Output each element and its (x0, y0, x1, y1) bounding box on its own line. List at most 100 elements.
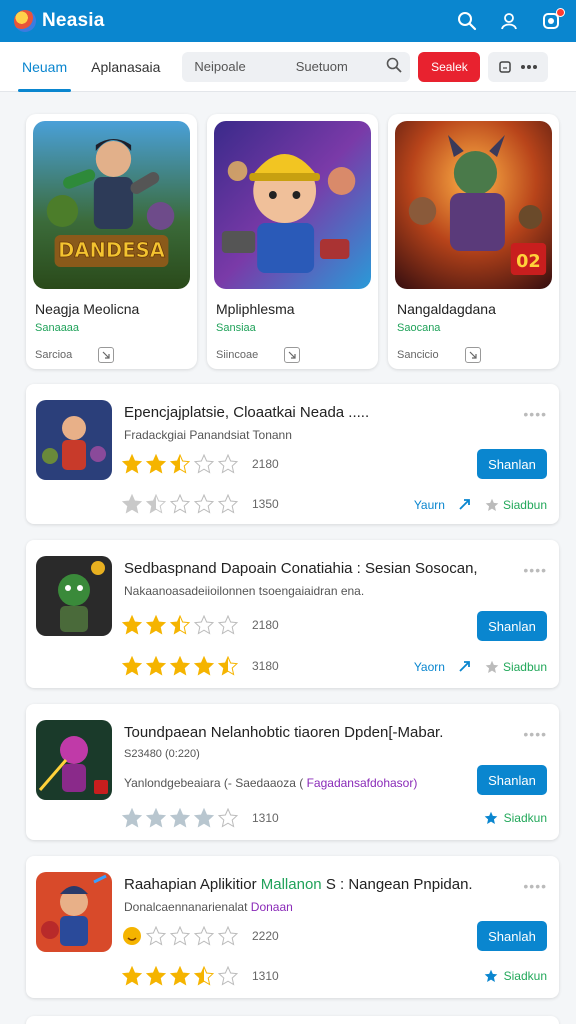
list-item[interactable]: Epencjajplatsie, Cloaatkai Neada ..... F… (26, 384, 559, 524)
install-button[interactable]: Shanlan (477, 611, 547, 641)
link-green[interactable]: Siadkun (504, 811, 547, 825)
external-link-icon[interactable] (284, 347, 301, 363)
app-thumbnail (36, 720, 112, 800)
featured-title: Mpliphlesma (216, 301, 295, 317)
featured-card-1[interactable]: DANDESA Neagja Meolicna Sanaaaa Sarcioa (26, 114, 197, 369)
title-part-1: Raahapian Aplikitior (124, 876, 257, 893)
star-icon (484, 969, 497, 982)
star-icon (122, 656, 142, 676)
featured-meta: Sancicio (397, 349, 439, 361)
list-subtitle: Fradackgiai Panandsiat Tonann (124, 428, 292, 442)
link-green[interactable]: Siadkun (504, 969, 547, 983)
rating-row: 1310 (122, 808, 279, 828)
more-dots-icon[interactable]: •••• (523, 562, 547, 578)
featured-row: DANDESA Neagja Meolicna Sanaaaa Sarcioa (26, 114, 559, 369)
star-icon (146, 494, 166, 514)
featured-meta: Siincoae (216, 349, 259, 361)
install-button[interactable]: Shanlah (477, 921, 547, 951)
more-dots-icon[interactable]: •••• (523, 726, 547, 742)
more-dots-icon[interactable]: •••• (523, 878, 547, 894)
star-icon (170, 454, 190, 474)
featured-card-3[interactable]: 02 Nangaldagdana Saocana Sancicio (388, 114, 559, 369)
app-logo-icon (14, 10, 36, 32)
star-icon (170, 615, 190, 635)
featured-title: Nangaldagdana (397, 301, 496, 317)
star-icon (146, 808, 166, 828)
list-subtitle: S23480 (0:220) (124, 748, 200, 760)
star-icon (218, 656, 238, 676)
notifications-icon[interactable] (540, 8, 565, 32)
list-item[interactable]: Toundpaean Nelanhobtic tiaoren Dpden[-Ma… (26, 704, 559, 840)
link-green[interactable]: Siadbun (503, 498, 547, 512)
red-action-button[interactable]: Sealek (418, 51, 481, 82)
install-button[interactable]: Shanlan (477, 449, 547, 479)
app-title: Neasia (42, 10, 105, 31)
star-icon (146, 926, 166, 946)
square-icon (499, 60, 512, 73)
star-icon (122, 808, 142, 828)
extra-gray: Yanlondgebeaiara (- Saedaaoza ( (124, 776, 304, 790)
star-icon (170, 926, 190, 946)
notification-badge (556, 8, 565, 17)
more-dots-icon[interactable]: •••• (523, 406, 547, 422)
art-badge-text: 02 (516, 251, 541, 272)
star-icon (194, 494, 214, 514)
install-button[interactable]: Shanlan (477, 765, 547, 795)
star-icon (218, 966, 238, 986)
secondary-rating-row: 3180 (122, 656, 279, 676)
star-icon (146, 615, 166, 635)
star-icon (194, 615, 214, 635)
star-icon (146, 656, 166, 676)
secondary-rating-row: 1350 (122, 494, 279, 514)
search-field-icon[interactable] (386, 57, 403, 76)
rating-row: 2220 (122, 926, 279, 946)
top-app-bar: Neasia (0, 0, 576, 42)
rating-count: 2180 (252, 457, 279, 471)
external-link-icon[interactable] (464, 347, 481, 363)
game-art-image: DANDESA (33, 121, 190, 289)
search-text-2: Suetuom (295, 59, 348, 74)
list-item[interactable]: Sedbaspnand Dapoain Conatiahia : Sesian … (26, 540, 559, 688)
external-link-icon[interactable] (98, 347, 115, 363)
link-blue[interactable]: Yaorn (414, 660, 445, 674)
subtitle-purple: Donaan (250, 900, 293, 914)
star-icon (146, 966, 166, 986)
link-blue[interactable]: Yaurn (414, 498, 445, 512)
tab-1[interactable]: Aplanasaia (79, 42, 172, 92)
featured-card-2[interactable]: Mpliphlesma Sansiaa Siincoae (207, 114, 378, 369)
star-icon (194, 454, 214, 474)
list-subtitle: Donalcaennanarienalat Donaan (124, 900, 454, 914)
rating-row: 2180 (122, 615, 279, 635)
profile-icon[interactable] (498, 10, 520, 32)
star-icon (194, 926, 214, 946)
star-icon (122, 454, 142, 474)
list-title: Sedbaspnand Dapoain Conatiahia : Sesian … (124, 560, 478, 577)
art-logo-text: DANDESA (58, 239, 166, 262)
star-icon (218, 808, 238, 828)
app-thumbnail (36, 872, 112, 952)
share-icon (459, 499, 470, 510)
star-icon (194, 656, 214, 676)
link-green[interactable]: Siadbun (503, 660, 547, 674)
emoji-icon (123, 927, 141, 945)
tab-0[interactable]: Neuam (10, 42, 79, 92)
rating-count: 3180 (252, 659, 279, 673)
star-icon (194, 808, 214, 828)
more-options[interactable] (488, 51, 549, 82)
star-icon (485, 660, 499, 673)
featured-meta: Sarcioa (35, 349, 73, 361)
share-icon (459, 661, 470, 672)
search-input[interactable]: Neipoale Suetuom (182, 51, 411, 82)
star-icon (122, 494, 142, 514)
game-art-image: 02 (395, 121, 552, 289)
title-part-rest: S : Nangean Pnpidan. (325, 876, 473, 893)
search-icon[interactable] (456, 10, 478, 32)
star-icon (170, 808, 190, 828)
app-thumbnail (36, 556, 112, 636)
search-text-1: Neipoale (194, 59, 246, 74)
list-item[interactable]: Raahapian Aplikitior Mallanon S : Nangea… (26, 856, 559, 998)
rating-count: 2220 (252, 929, 279, 943)
list-title: Epencjajplatsie, Cloaatkai Neada ..... (124, 404, 370, 421)
rating-count: 1310 (252, 969, 279, 983)
card-actions: Yaurn Siadbun (414, 497, 547, 513)
